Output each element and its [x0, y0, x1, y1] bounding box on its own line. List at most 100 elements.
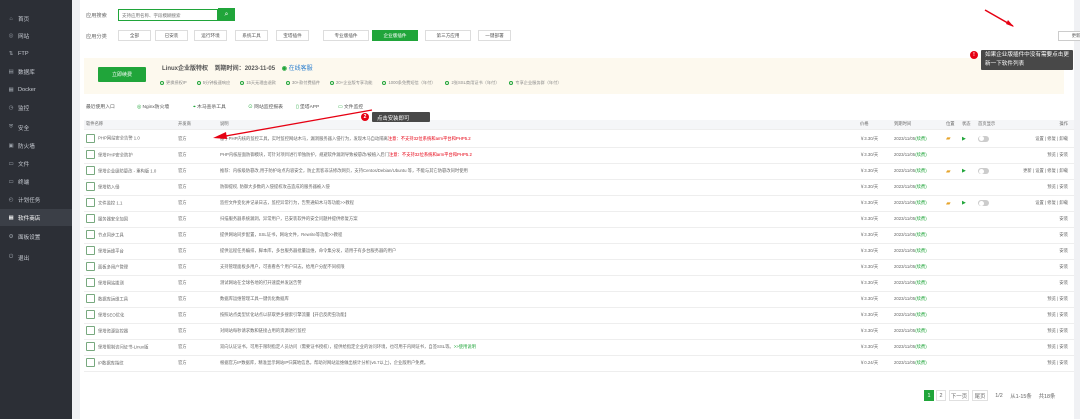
renew-link[interactable]: (续费) [915, 232, 926, 237]
promo-feature: 15天无理由退款 [240, 80, 276, 85]
software-name[interactable]: PHP网站安全告警 1.0 [98, 136, 140, 141]
actions-cell[interactable]: 预览 | 安装 [1016, 307, 1074, 324]
actions-cell[interactable]: 安装 [1016, 227, 1074, 244]
software-name[interactable]: IP数据库指纹 [98, 360, 124, 365]
renew-link[interactable]: (续费) [915, 280, 926, 285]
pagination-item-2[interactable]: 下一页 [949, 390, 969, 401]
firewall-icon: ▣ [8, 142, 14, 149]
software-name[interactable]: 堡塔网站拨测 [98, 280, 124, 285]
software-name[interactable]: 文件监控 1.1 [98, 200, 122, 205]
software-name[interactable]: 堡塔限制访问证书-Linux版 [98, 344, 148, 349]
renew-link[interactable]: (续费) [915, 344, 926, 349]
developer-cell: 官方 [176, 131, 218, 148]
sidebar-item-8[interactable]: ▭ 文件 [0, 155, 72, 172]
category-tab-6[interactable]: 企业版插件 [372, 30, 418, 41]
quick-access-item-4[interactable]: ▭ 文件监控 [338, 103, 363, 110]
description-cell: 扫描服务器系统漏洞，异常用户，已安装软件的安全问题并提供修复方案 [218, 211, 858, 228]
software-name[interactable]: 服务器安全加固 [98, 216, 128, 221]
promo-feature-label: 15天无理由退款 [246, 80, 276, 85]
price-cell: ￥3.30/天 [858, 227, 892, 244]
renew-link[interactable]: (续费) [915, 264, 926, 269]
actions-cell[interactable]: 预览 | 安装 [1016, 147, 1074, 164]
pagination-item-0[interactable]: 1 [924, 390, 934, 401]
renew-link[interactable]: (续费) [915, 200, 926, 205]
folder-icon[interactable]: ▰ [946, 169, 951, 175]
sidebar-item-11[interactable]: ▦ 软件商店 [0, 209, 72, 226]
pagination-item-3[interactable]: 尾页 [972, 390, 988, 401]
homepage-toggle[interactable] [978, 200, 989, 206]
actions-cell[interactable]: 预览 | 安装 [1016, 179, 1074, 196]
sidebar-item-7[interactable]: ▣ 防火墙 [0, 137, 72, 154]
actions-cell[interactable]: 预览 | 安装 [1016, 323, 1074, 340]
sidebar-item-2[interactable]: ⇅ FTP [0, 45, 72, 62]
actions-cell[interactable]: 安装 [1016, 211, 1074, 228]
table-row: 堡塔限制访问证书-Linux版 官方 双向认证证书，可用于限制指定人员访问（需要证书… [84, 339, 1074, 356]
database-icon: ▤ [8, 68, 14, 75]
category-tab-8[interactable]: 一键部署 [478, 30, 511, 41]
actions-cell[interactable]: 更新 | 设置 | 修复 | 卸载 [1016, 163, 1074, 180]
software-name[interactable]: 堡塔资源监控器 [98, 328, 128, 333]
category-tab-4[interactable]: 宝塔插件 [276, 30, 309, 41]
software-name-cell: 堡塔网站拨测 [84, 275, 176, 292]
description-note[interactable]: >>使用说明 [454, 344, 476, 349]
category-tab-3[interactable]: 系统工具 [235, 30, 268, 41]
renew-link[interactable]: (续费) [915, 152, 926, 157]
quick-access-item-2[interactable]: ⊙ 网站监控报表 [248, 103, 283, 110]
renew-link[interactable]: (续费) [915, 168, 926, 173]
homepage-toggle[interactable] [978, 168, 989, 174]
software-name[interactable]: 堡塔PHP安全防护 [98, 152, 133, 157]
quick-access-item-3[interactable]: ▯ 堡塔APP [296, 103, 319, 110]
sidebar-item-12[interactable]: ⚙ 面板设置 [0, 228, 72, 245]
search-input[interactable] [118, 9, 218, 21]
quick-access-item-0[interactable]: ◎ Nginx防火墙 [137, 103, 169, 110]
actions-cell[interactable]: 预览 | 安装 [1016, 339, 1074, 356]
search-button[interactable]: ⌕ [218, 8, 235, 21]
software-name[interactable]: 节点同步工具 [98, 232, 124, 237]
actions-cell[interactable]: 预览 | 安装 [1016, 291, 1074, 308]
renew-link[interactable]: (续费) [915, 312, 926, 317]
software-name[interactable]: 数据库运维工具 [98, 296, 128, 301]
actions-cell[interactable]: 设置 | 修复 | 卸载 [1016, 195, 1074, 212]
actions-cell[interactable]: 设置 | 修复 | 卸载 [1016, 131, 1074, 148]
software-name[interactable]: 面板多用户管理 [98, 264, 128, 269]
renew-link[interactable]: (续费) [915, 136, 926, 141]
software-name[interactable]: 堡塔运维平台 [98, 248, 124, 253]
quick-access-item-1[interactable]: ⌖ 木马查杀工具 [193, 103, 226, 110]
folder-icon[interactable]: ▰ [946, 201, 951, 207]
category-tab-0[interactable]: 全部 [118, 30, 151, 41]
category-tab-5[interactable]: 专业版插件 [323, 30, 369, 41]
category-tab-2[interactable]: 运行环境 [194, 30, 227, 41]
sidebar-item-10[interactable]: ◴ 计划任务 [0, 191, 72, 208]
actions-cell[interactable]: 预览 | 安装 [1016, 355, 1074, 372]
renew-link[interactable]: (续费) [915, 360, 926, 365]
folder-icon[interactable]: ▰ [946, 136, 951, 142]
software-name[interactable]: 堡塔企业级防篡改 - 重构版 1.0 [98, 168, 156, 173]
sidebar-item-6[interactable]: ⛨ 安全 [0, 119, 72, 136]
sidebar-item-0[interactable]: ⌂ 首页 [0, 10, 72, 27]
update-list-button[interactable]: 更新软件列表 / 支付状态 [1058, 31, 1080, 41]
pagination-item-1[interactable]: 2 [936, 390, 946, 401]
actions-cell[interactable]: 安装 [1016, 275, 1074, 292]
sidebar-item-13[interactable]: ⏻ 退出 [0, 249, 72, 266]
renew-link[interactable]: (续费) [915, 328, 926, 333]
sidebar-item-5[interactable]: ◷ 监控 [0, 99, 72, 116]
software-name[interactable]: 堡塔SEO优化 [98, 312, 124, 317]
category-tab-7[interactable]: 第三方应用 [425, 30, 471, 41]
sidebar-item-3[interactable]: ▤ 数据库 [0, 63, 72, 80]
sidebar-item-4[interactable]: ▦ Docker [0, 81, 72, 98]
homepage-toggle[interactable] [978, 135, 989, 142]
renew-link[interactable]: (续费) [915, 248, 926, 253]
sidebar-item-9[interactable]: ▭ 终端 [0, 173, 72, 190]
sidebar-item-1[interactable]: ◎ 网站 [0, 27, 72, 44]
software-name[interactable]: 堡塔防入侵 [98, 184, 119, 189]
actions-cell[interactable]: 安装 [1016, 259, 1074, 276]
renew-link[interactable]: (续费) [915, 296, 926, 301]
renew-button[interactable]: 立即续费 [98, 67, 146, 82]
renew-link[interactable]: (续费) [915, 184, 926, 189]
category-tab-1[interactable]: 已安装 [155, 30, 188, 41]
online-service-link[interactable]: 在线客服 [289, 66, 313, 72]
renew-link[interactable]: (续费) [915, 216, 926, 221]
actions-cell[interactable]: 安装 [1016, 243, 1074, 260]
expiry-date: 2023/11/05 [894, 248, 916, 253]
table-row: 堡塔运维平台 官方 提供远程任务编排，脚本库，多台服务器批量运维，命令集分发，适用于… [84, 243, 1074, 260]
